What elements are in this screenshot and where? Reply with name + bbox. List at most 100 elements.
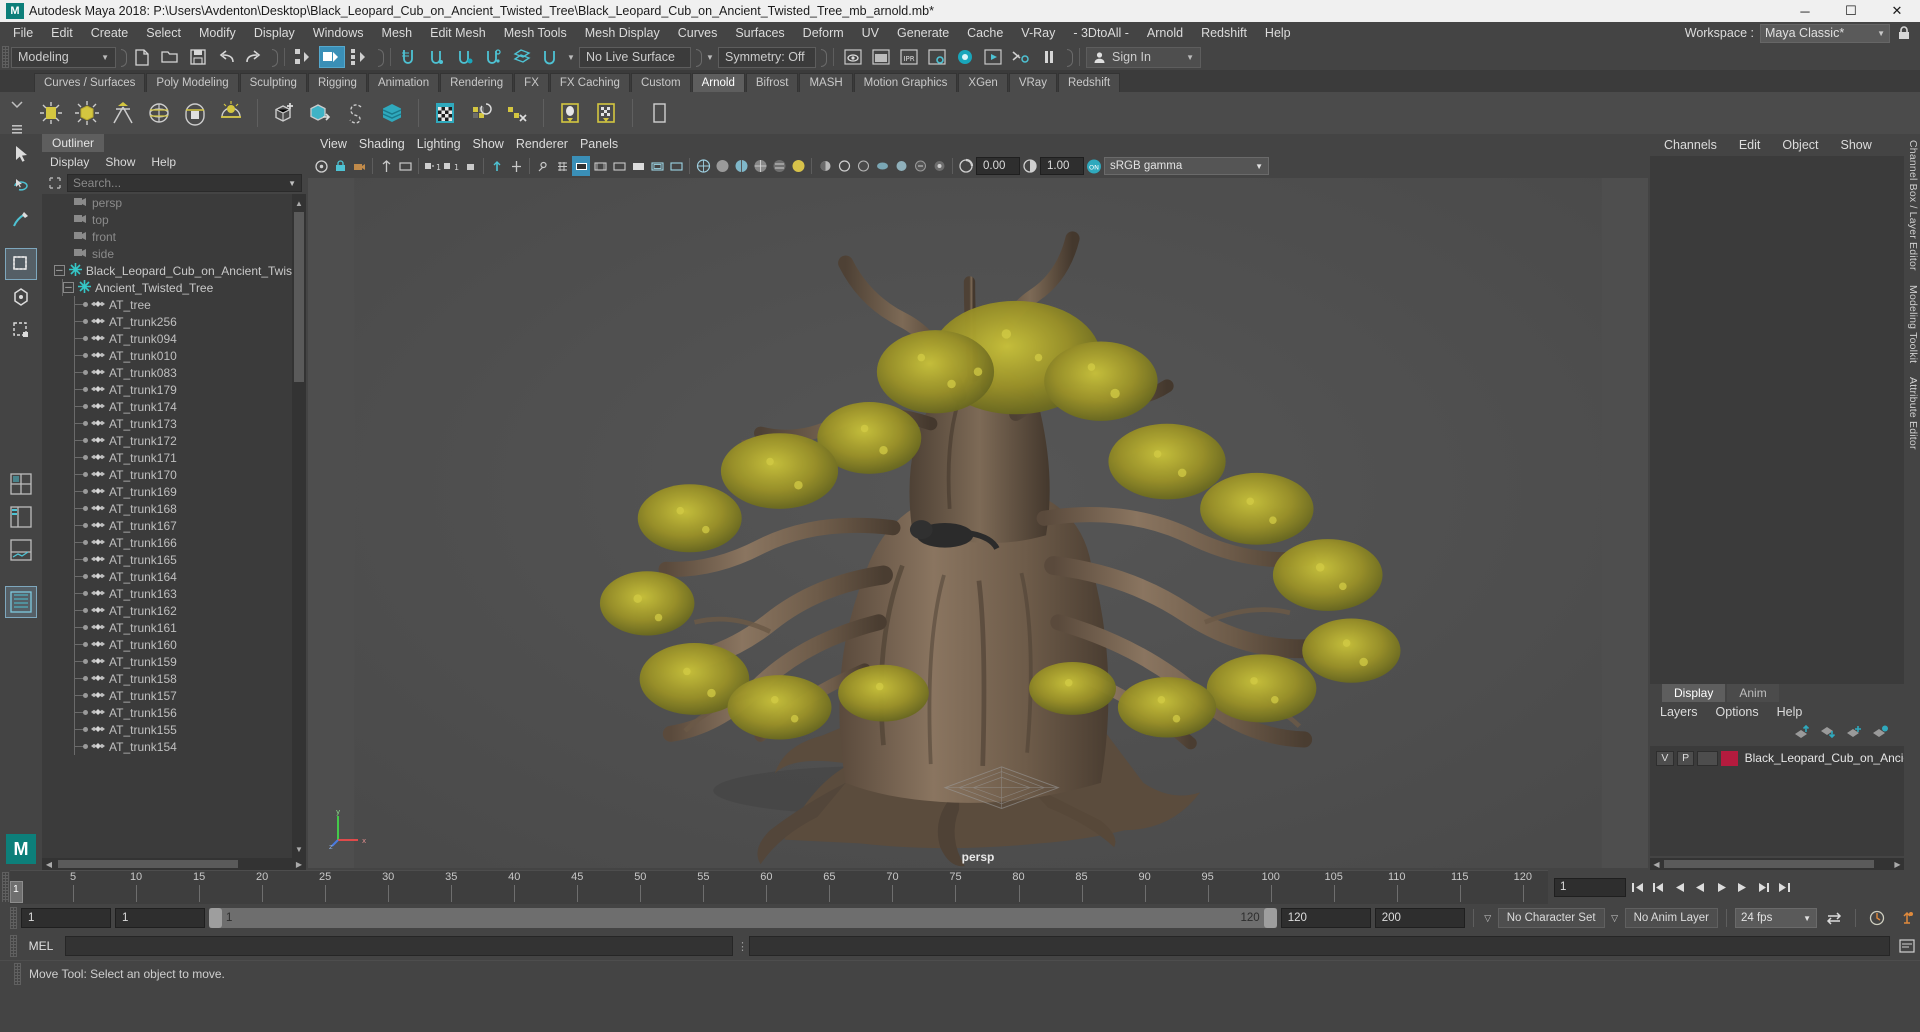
layer-tab-anim[interactable]: Anim [1727, 684, 1779, 702]
render-current-frame-icon[interactable] [840, 46, 866, 68]
anim-layer-field[interactable]: No Anim Layer [1624, 908, 1718, 928]
pause-render-icon[interactable] [1036, 46, 1062, 68]
snap-to-point-icon[interactable] [453, 46, 479, 68]
menu-uv[interactable]: UV [853, 24, 888, 42]
outliner-item-at_trunk172[interactable]: AT_trunk172 [42, 432, 292, 449]
outliner-item-at_trunk156[interactable]: AT_trunk156 [42, 704, 292, 721]
sign-in-button[interactable]: Sign In ▼ [1086, 46, 1201, 68]
animation-preferences-icon[interactable] [1894, 910, 1920, 926]
chevron-down-icon[interactable]: ▼ [565, 53, 577, 62]
shelf-tab-animation[interactable]: Animation [367, 73, 440, 92]
scrollbar-thumb[interactable] [1664, 860, 1874, 868]
volume-shader-icon[interactable] [375, 96, 409, 130]
skydome-light-icon[interactable] [142, 96, 176, 130]
scroll-up-icon[interactable]: ▲ [292, 196, 306, 210]
lock-icon[interactable] [1896, 25, 1912, 42]
exposure-icon[interactable] [957, 156, 975, 176]
outliner-item-at_trunk163[interactable]: AT_trunk163 [42, 585, 292, 602]
outliner-item-at_trunk168[interactable]: AT_trunk168 [42, 500, 292, 517]
safe-title-icon[interactable] [667, 156, 685, 176]
menu-deform[interactable]: Deform [794, 24, 853, 42]
point-light-icon[interactable] [70, 96, 104, 130]
range-bar[interactable]: 1 120 [209, 908, 1277, 928]
go-to-end-icon[interactable] [1775, 877, 1794, 898]
redo-render-icon[interactable] [868, 46, 894, 68]
lock-camera-icon[interactable] [331, 156, 349, 176]
viewport-menu-shading[interactable]: Shading [359, 137, 417, 151]
gamma-icon[interactable] [1021, 156, 1039, 176]
persp-outliner-layout-icon[interactable] [5, 501, 37, 533]
exposure-value[interactable]: 0.00 [976, 157, 1020, 175]
shelf-tab-fx-caching[interactable]: FX Caching [549, 73, 630, 92]
new-scene-icon[interactable] [129, 46, 155, 68]
gate-mask-icon[interactable] [610, 156, 628, 176]
command-input[interactable] [65, 936, 733, 956]
outliner-item-at_trunk160[interactable]: AT_trunk160 [42, 636, 292, 653]
scrollbar-thumb[interactable] [294, 212, 304, 382]
channelbox-menu-channels[interactable]: Channels [1664, 138, 1717, 152]
menu-edit-mesh[interactable]: Edit Mesh [421, 24, 495, 42]
outliner-item-at_trunk094[interactable]: AT_trunk094 [42, 330, 292, 347]
menu-modify[interactable]: Modify [190, 24, 245, 42]
shelf-tab-redshift[interactable]: Redshift [1057, 73, 1121, 92]
shelf-tab-motion-graphics[interactable]: Motion Graphics [853, 73, 958, 92]
current-time-indicator[interactable]: 1 [10, 881, 23, 903]
snap-to-grid-icon[interactable] [397, 46, 423, 68]
arnold-utility-icon[interactable] [642, 96, 676, 130]
multisample-icon[interactable] [911, 156, 929, 176]
rail-modeling-toolkit-tab[interactable]: Modeling Toolkit [1907, 285, 1919, 363]
color-management-toggle-icon[interactable]: ON [1085, 156, 1103, 176]
outliner-item-at_trunk158[interactable]: AT_trunk158 [42, 670, 292, 687]
shelf-tab-poly-modeling[interactable]: Poly Modeling [146, 73, 239, 92]
mesh-light-icon[interactable] [178, 96, 212, 130]
menu-surfaces[interactable]: Surfaces [726, 24, 793, 42]
smooth-shade-selected-icon[interactable] [732, 156, 750, 176]
scale-tool-icon[interactable] [5, 314, 37, 346]
menu-generate[interactable]: Generate [888, 24, 958, 42]
collapse-icon[interactable]: ─ [63, 282, 74, 293]
resolution-gate-icon[interactable] [591, 156, 609, 176]
shelf-tab-xgen[interactable]: XGen [958, 73, 1008, 92]
range-end-field[interactable]: 120 [1280, 908, 1371, 928]
rail-attribute-editor-tab[interactable]: Attribute Editor [1907, 377, 1919, 450]
menu-3dtoall[interactable]: - 3DtoAll - [1064, 24, 1138, 42]
shelf-tab-arnold[interactable]: Arnold [691, 73, 745, 92]
menu-mesh-tools[interactable]: Mesh Tools [495, 24, 576, 42]
range-start-field[interactable]: 1 [115, 908, 205, 928]
menuset-dropdown[interactable]: Modeling ▼ [11, 46, 116, 68]
outliner-item-at_trunk154[interactable]: AT_trunk154 [42, 738, 292, 755]
menu-windows[interactable]: Windows [304, 24, 373, 42]
paint-select-tool-icon[interactable] [5, 204, 37, 236]
outliner-menu-help[interactable]: Help [151, 155, 176, 169]
outliner-item-at_trunk179[interactable]: AT_trunk179 [42, 381, 292, 398]
outliner-item-at_trunk010[interactable]: AT_trunk010 [42, 347, 292, 364]
menu-help[interactable]: Help [1256, 24, 1300, 42]
make-live-icon[interactable] [537, 46, 563, 68]
tx-manager-icon[interactable] [589, 96, 623, 130]
bookmark-icon[interactable] [377, 156, 395, 176]
time-slider-track[interactable]: 5 10 15 20 25 30 35 40 45 50 55 60 65 70 75 80 85 90 95 100… [10, 870, 1548, 904]
script-language-label[interactable]: MEL [21, 939, 61, 953]
export-standin-icon[interactable] [303, 96, 337, 130]
range-start-handle[interactable] [209, 908, 222, 928]
menu-v-ray[interactable]: V-Ray [1012, 24, 1064, 42]
menu-select[interactable]: Select [137, 24, 190, 42]
status-line-grip[interactable] [2, 46, 9, 68]
scroll-down-icon[interactable]: ▼ [292, 842, 306, 856]
depth-peeling-icon[interactable] [930, 156, 948, 176]
outliner-item-at_trunk162[interactable]: AT_trunk162 [42, 602, 292, 619]
outliner-vertical-scrollbar[interactable]: ▲ ▼ [292, 194, 306, 858]
command-output[interactable] [749, 936, 1890, 956]
shelf-tab-mash[interactable]: MASH [799, 73, 853, 92]
outliner-item-at_trunk157[interactable]: AT_trunk157 [42, 687, 292, 704]
layer-playback-toggle[interactable]: P [1676, 750, 1695, 766]
filter-icon[interactable] [46, 174, 64, 192]
chevron-down-icon[interactable]: ▼ [704, 53, 716, 62]
minimize-button[interactable]: ─ [1782, 0, 1828, 22]
outliner-item-at_trunk166[interactable]: AT_trunk166 [42, 534, 292, 551]
collapse-icon[interactable]: ─ [53, 265, 65, 276]
live-surface-field[interactable]: No Live Surface [579, 46, 691, 68]
outliner-tab[interactable]: Outliner [42, 134, 306, 152]
color-space-dropdown[interactable]: sRGB gamma ▼ [1104, 157, 1269, 175]
physical-sky-icon[interactable] [214, 96, 248, 130]
